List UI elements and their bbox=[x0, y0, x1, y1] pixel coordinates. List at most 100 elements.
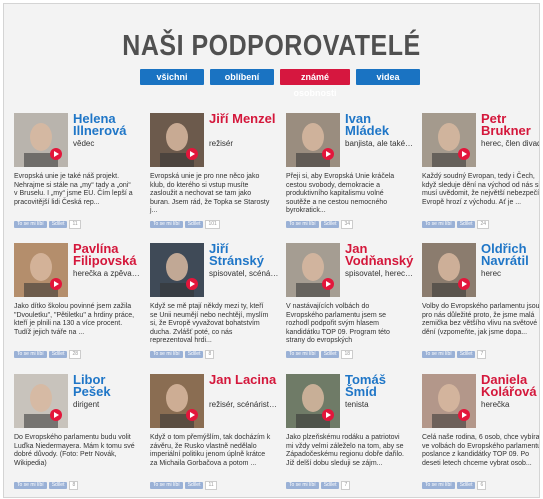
facebook-share-button[interactable]: Sdílet bbox=[456, 351, 476, 358]
facebook-share-button[interactable]: Sdílet bbox=[184, 482, 204, 489]
supporter-quote: Celá naše rodina, 6 osob, chce vybírat v… bbox=[422, 434, 540, 467]
supporter-name[interactable]: Jiří Menzel bbox=[209, 112, 279, 125]
play-video-icon[interactable] bbox=[322, 278, 334, 290]
supporter-quote: Jako dítko školou povinné jsem zažila "D… bbox=[14, 303, 135, 336]
facebook-like-button[interactable]: To se mi líbí bbox=[286, 221, 319, 228]
supporter-name[interactable]: Jan Vodňanský bbox=[345, 242, 415, 267]
supporter-name[interactable]: Oldřich Navrátil bbox=[481, 242, 539, 267]
play-video-icon[interactable] bbox=[186, 148, 198, 160]
play-video-icon[interactable] bbox=[458, 409, 470, 421]
facebook-like-button[interactable]: To se mi líbí bbox=[150, 351, 183, 358]
facebook-share-button[interactable]: Sdílet bbox=[320, 351, 340, 358]
supporter-photo[interactable] bbox=[422, 243, 476, 297]
supporter-card[interactable]: Jan Vodňanský spisovatel, herec a ... V na… bbox=[286, 242, 415, 363]
supporter-name[interactable]: Tomáš Šmíd bbox=[345, 373, 415, 398]
facebook-share-button[interactable]: Sdílet bbox=[456, 482, 476, 489]
supporter-name[interactable]: Jiří Stránský bbox=[209, 242, 279, 267]
facebook-like-button[interactable]: To se mi líbí bbox=[422, 221, 455, 228]
play-video-icon[interactable] bbox=[458, 278, 470, 290]
play-video-icon[interactable] bbox=[458, 148, 470, 160]
facebook-share-button[interactable]: Sdílet bbox=[184, 221, 204, 228]
share-bar: To se mi líbí Sdílet 11 bbox=[150, 481, 217, 490]
share-bar: To se mi líbí Sdílet 8 bbox=[150, 350, 215, 359]
supporter-quote: Volby do Evropského parlamentu jsou pro … bbox=[422, 303, 540, 336]
supporter-photo[interactable] bbox=[422, 113, 476, 167]
supporter-card[interactable]: Helena Illnerová vědec Evropská unie je ta… bbox=[14, 112, 136, 233]
supporter-photo[interactable] bbox=[14, 243, 68, 297]
supporter-name[interactable]: Ivan Mládek bbox=[345, 112, 415, 137]
supporter-quote: Když o tom přemýšlím, tak docházím k záv… bbox=[150, 434, 271, 467]
like-count: 101 bbox=[205, 220, 220, 229]
tab-famous-people[interactable]: známé osobnosti bbox=[280, 69, 350, 98]
like-count: 7 bbox=[341, 481, 351, 490]
supporter-photo[interactable] bbox=[150, 374, 204, 428]
supporter-card[interactable]: Oldřich Navrátil herec Volby do Evropského… bbox=[422, 242, 540, 363]
supporter-role: herec, člen divadla... bbox=[481, 139, 540, 148]
supporter-role: vědec bbox=[73, 139, 95, 148]
supporter-photo[interactable] bbox=[150, 113, 204, 167]
supporter-card[interactable]: Daniela Kolářová herečka Celá naše rodina,… bbox=[422, 373, 540, 494]
like-count: 8 bbox=[69, 481, 79, 490]
tab-videos[interactable]: videa bbox=[356, 69, 420, 85]
supporter-name[interactable]: Libor Pešek bbox=[73, 373, 143, 398]
supporter-card[interactable]: Jiří Menzel režisér Evropská unie je pro n… bbox=[150, 112, 275, 233]
supporter-card[interactable]: Pavlína Filipovská herečka a zpěvačka Jako… bbox=[14, 242, 143, 363]
play-video-icon[interactable] bbox=[50, 409, 62, 421]
facebook-share-button[interactable]: Sdílet bbox=[48, 351, 68, 358]
facebook-share-button[interactable]: Sdílet bbox=[48, 482, 68, 489]
facebook-share-button[interactable]: Sdílet bbox=[320, 482, 340, 489]
supporter-photo[interactable] bbox=[286, 374, 340, 428]
supporter-name[interactable]: Daniela Kolářová bbox=[481, 373, 539, 398]
supporter-photo[interactable] bbox=[286, 113, 340, 167]
facebook-like-button[interactable]: To se mi líbí bbox=[150, 221, 183, 228]
supporter-photo[interactable] bbox=[286, 243, 340, 297]
supporter-card[interactable]: Tomáš Šmíd tenista Jako plzeňskému rodáku … bbox=[286, 373, 408, 494]
like-count: 8 bbox=[205, 350, 215, 359]
supporter-card[interactable]: Petr Brukner herec, člen divadla... Každý … bbox=[422, 112, 540, 233]
facebook-share-button[interactable]: Sdílet bbox=[320, 221, 340, 228]
supporter-name[interactable]: Petr Brukner bbox=[481, 112, 539, 137]
supporter-name[interactable]: Helena Illnerová bbox=[73, 112, 143, 137]
supporter-name[interactable]: Pavlína Filipovská bbox=[73, 242, 143, 267]
like-count: 18 bbox=[341, 350, 354, 359]
facebook-like-button[interactable]: To se mi líbí bbox=[286, 351, 319, 358]
facebook-share-button[interactable]: Sdílet bbox=[184, 351, 204, 358]
play-video-icon[interactable] bbox=[322, 409, 334, 421]
tab-favorites[interactable]: oblíbení bbox=[210, 69, 274, 85]
play-video-icon[interactable] bbox=[322, 148, 334, 160]
supporter-card[interactable]: Ivan Mládek banjista, ale také i... Přeji … bbox=[286, 112, 415, 233]
supporter-role: herečka bbox=[481, 400, 510, 409]
supporter-photo[interactable] bbox=[14, 374, 68, 428]
facebook-share-button[interactable]: Sdílet bbox=[48, 221, 68, 228]
supporter-name[interactable]: Jan Lacina bbox=[209, 373, 279, 386]
play-video-icon[interactable] bbox=[50, 278, 62, 290]
supporter-card[interactable]: Jiří Stránský spisovatel, scénárista Když … bbox=[150, 242, 279, 363]
facebook-like-button[interactable]: To se mi líbí bbox=[14, 482, 47, 489]
facebook-like-button[interactable]: To se mi líbí bbox=[150, 482, 183, 489]
supporter-role: spisovatel, scénárista bbox=[209, 269, 279, 278]
play-video-icon[interactable] bbox=[50, 148, 62, 160]
play-video-icon[interactable] bbox=[186, 409, 198, 421]
supporter-photo[interactable] bbox=[150, 243, 204, 297]
play-video-icon[interactable] bbox=[186, 278, 198, 290]
supporter-card[interactable]: Jan Lacina režisér, scénárista,... Když o … bbox=[150, 373, 279, 494]
supporter-role: režisér bbox=[209, 139, 234, 148]
supporter-role: herec bbox=[481, 269, 502, 278]
tab-all[interactable]: všichni bbox=[140, 69, 204, 85]
supporter-photo[interactable] bbox=[14, 113, 68, 167]
supporter-role: dirigent bbox=[73, 400, 100, 409]
supporter-quote: Do Evropského parlamentu budu volit Luďk… bbox=[14, 434, 135, 467]
facebook-like-button[interactable]: To se mi líbí bbox=[422, 351, 455, 358]
supporter-quote: Každý soudný Evropan, tedy i Čech, když … bbox=[422, 173, 540, 206]
supporter-quote: Jako plzeňskému rodáku a patriotovi mi v… bbox=[286, 434, 404, 467]
supporter-card[interactable]: Libor Pešek dirigent Do Evropského parlame… bbox=[14, 373, 136, 494]
like-count: 11 bbox=[205, 481, 217, 490]
like-count: 11 bbox=[69, 220, 81, 229]
supporter-photo[interactable] bbox=[422, 374, 476, 428]
facebook-like-button[interactable]: To se mi líbí bbox=[14, 221, 47, 228]
facebook-like-button[interactable]: To se mi líbí bbox=[14, 351, 47, 358]
supporter-role: režisér, scénárista,... bbox=[209, 400, 279, 409]
facebook-like-button[interactable]: To se mi líbí bbox=[422, 482, 455, 489]
facebook-like-button[interactable]: To se mi líbí bbox=[286, 482, 319, 489]
facebook-share-button[interactable]: Sdílet bbox=[456, 221, 476, 228]
